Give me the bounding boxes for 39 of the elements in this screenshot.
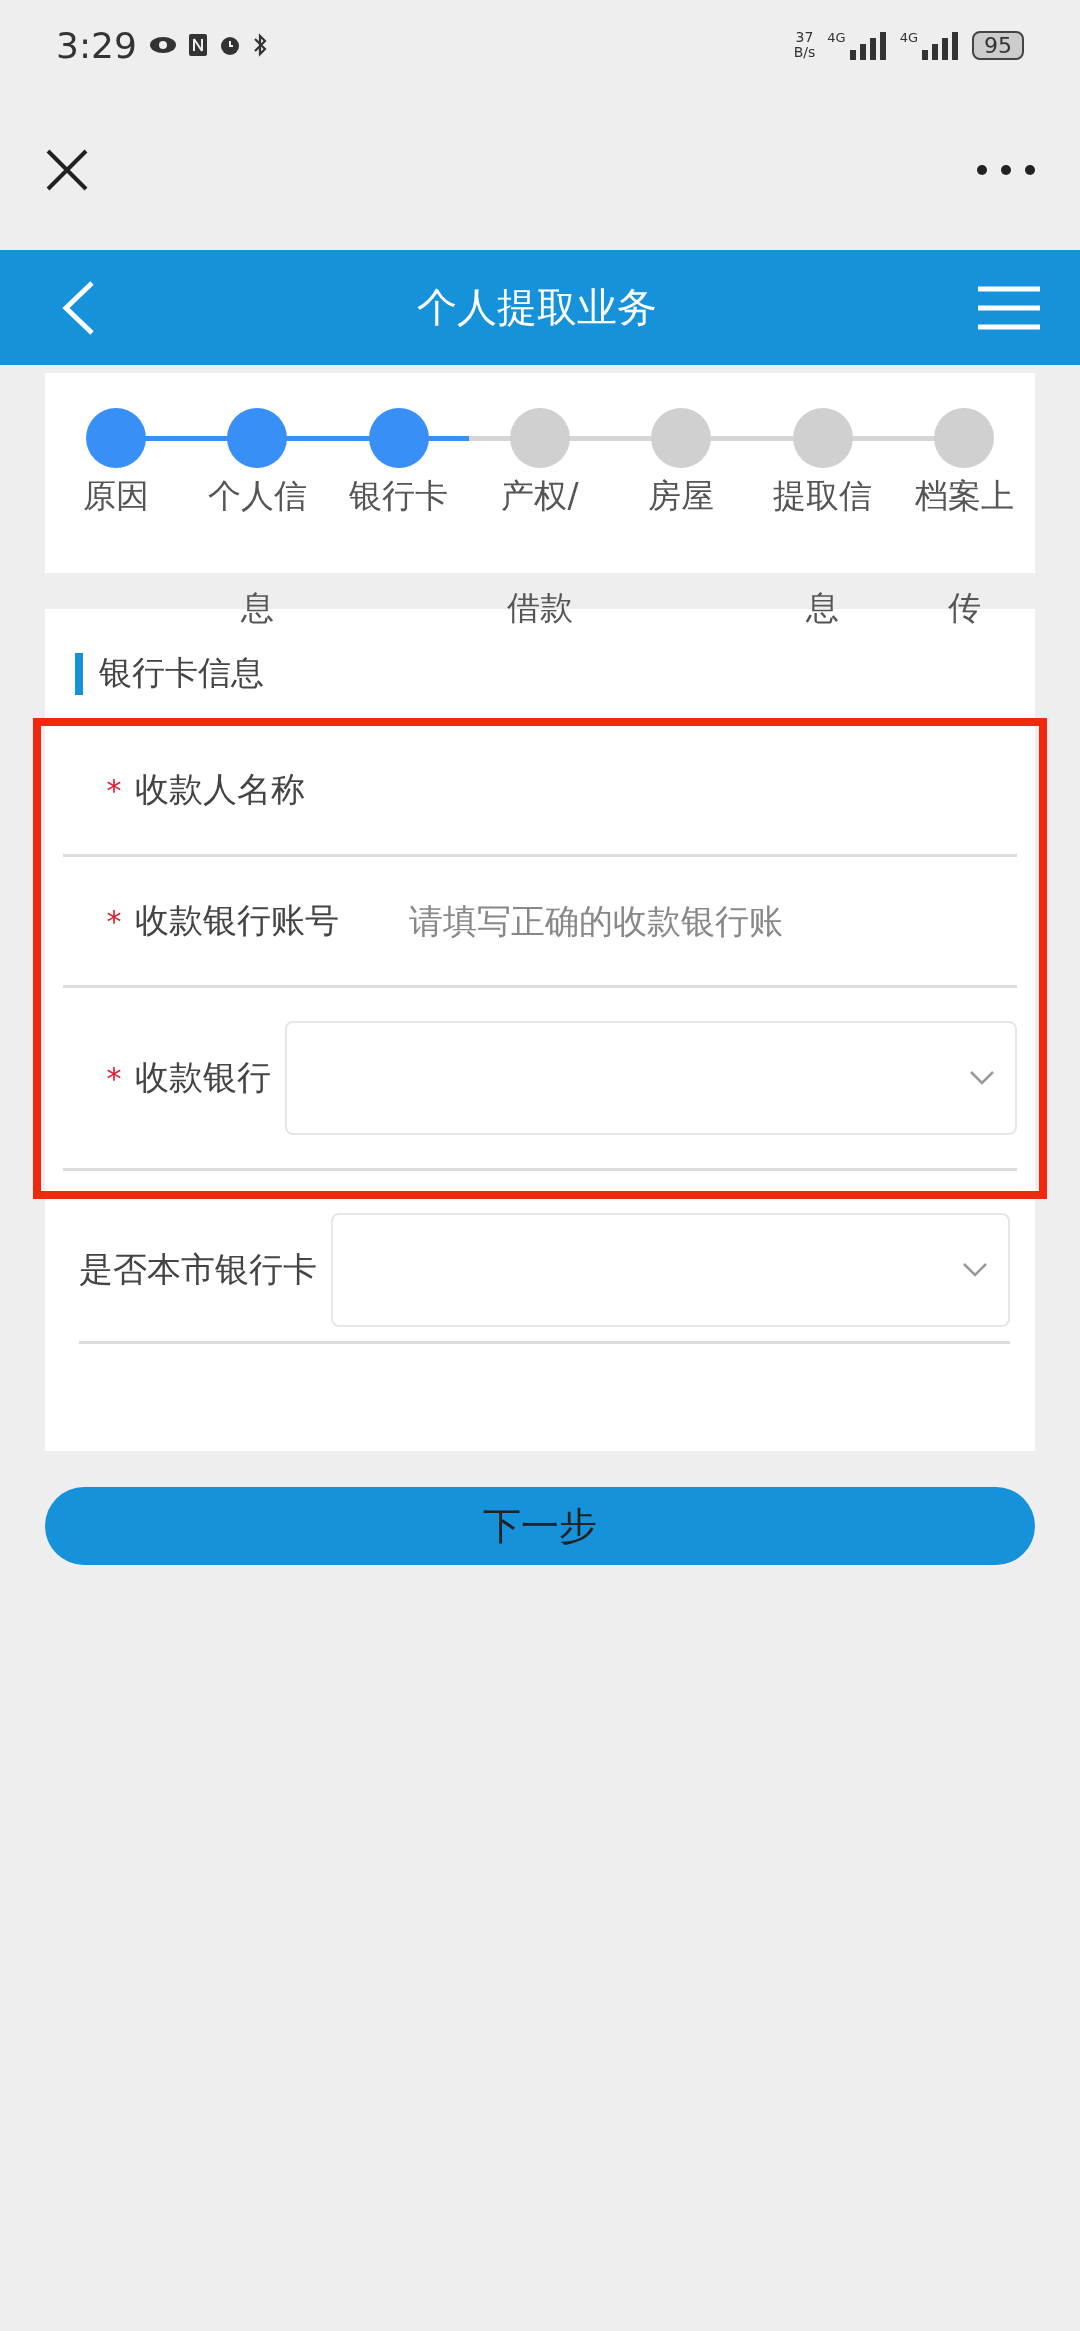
required-mark: * [105,903,123,939]
status-time: 3:29 [56,24,137,66]
alarm-icon [218,34,241,56]
step-label: 原因 [81,475,150,517]
field-label: 收款银行账号 [135,899,339,942]
section-marker [75,652,83,695]
eye-icon [148,36,177,54]
step-label: 房屋 [647,475,716,517]
select-field[interactable] [331,1213,1010,1327]
step-label: 提取信息 [773,475,873,629]
network-type: 4G [827,30,846,45]
input-field[interactable]: 请填写正确的收款银行账 [407,900,1017,942]
step-label: 银行卡 [349,475,449,517]
net-speed-unit: B/s [793,45,816,60]
next-button[interactable]: 下一步 [45,1487,1035,1565]
step-label: 产权/借款 [500,475,580,629]
page-title: 个人提取业务 [416,283,658,332]
net-speed: 37 [795,30,814,45]
chevron-icon [962,1262,988,1278]
more-icon[interactable] [976,164,1036,176]
network-type: 4G [899,30,918,45]
field-label: 收款人名称 [135,768,305,811]
step-label: 个人信息 [207,475,307,629]
select-field[interactable] [285,1021,1017,1135]
menu-icon[interactable] [978,284,1040,331]
chevron-icon [969,1070,995,1086]
field-label: 是否本市银行卡 [79,1248,317,1291]
battery-level: 95 [972,30,1024,60]
bluetooth-icon [252,33,267,57]
required-mark: * [105,772,123,808]
signal-icon [920,30,960,60]
close-icon[interactable] [44,147,90,193]
section-title: 银行卡信息 [99,652,264,694]
required-mark: * [105,1060,123,1096]
nfc-icon [188,34,207,56]
step-label: 档案上传 [914,475,1014,629]
back-icon[interactable] [60,279,96,336]
field-label: 收款银行 [135,1056,271,1099]
signal-icon [847,30,888,60]
